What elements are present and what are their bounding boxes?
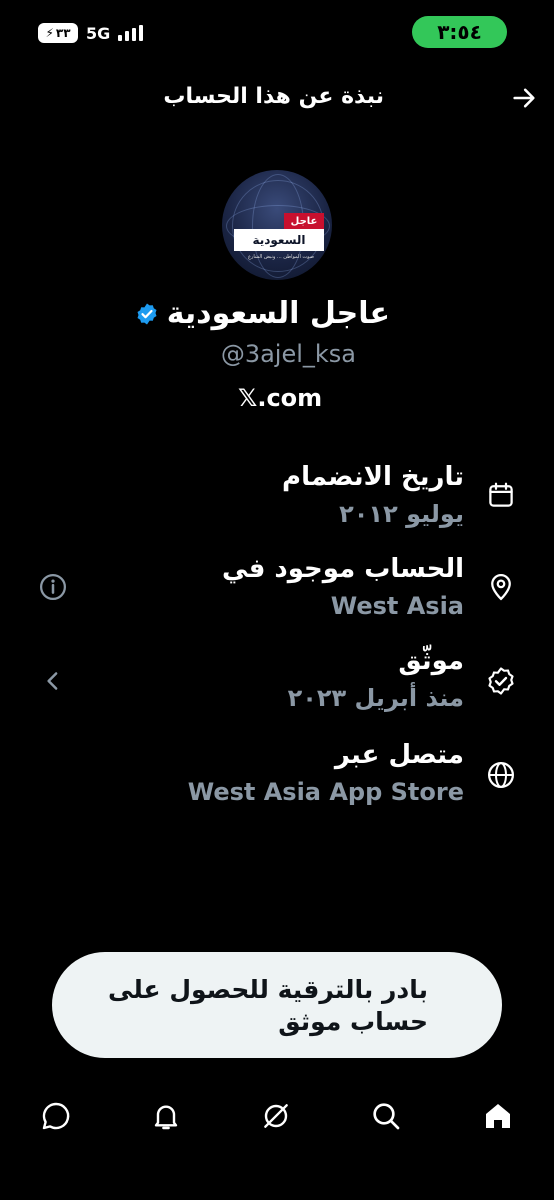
display-name: عاجل السعودية [166, 296, 390, 331]
avatar[interactable]: عاجل السعودية صوت المواطن ... ونبض الشار… [222, 170, 332, 280]
battery-level: ٣٣ [55, 26, 71, 40]
avatar-red-label: عاجل [284, 213, 324, 229]
battery-indicator: ⚡ ٣٣ [38, 23, 78, 43]
location-pin-icon [486, 572, 516, 602]
status-bar-left: ⚡ ٣٣ 5G [38, 22, 144, 44]
user-handle: @3ajel_ksa [220, 340, 356, 368]
home-icon[interactable] [482, 1100, 514, 1132]
verified-value: منذ أبريل ٢٠٢٣ [287, 684, 464, 712]
connected-via-title: متصل عبر [334, 740, 464, 770]
location-title: الحساب موجود في [222, 554, 464, 584]
chevron-left-icon[interactable] [38, 666, 68, 696]
connected-via-value: West Asia App Store [187, 778, 464, 806]
signal-bars-icon [118, 25, 144, 41]
avatar-tagline: صوت المواطن ... ونبض الشارع [248, 254, 314, 260]
verified-title: موثّق [398, 646, 464, 676]
display-name-row: عاجل السعودية [135, 296, 390, 331]
website-link[interactable]: 𝕏.com [238, 384, 322, 412]
status-time: ٣:٥٤ [412, 16, 507, 48]
page-title: نبذة عن هذا الحساب [163, 84, 384, 109]
verified-badge-icon[interactable] [135, 302, 159, 326]
info-icon[interactable] [38, 572, 68, 602]
network-type: 5G [86, 23, 111, 43]
messages-icon[interactable] [40, 1100, 72, 1132]
location-value: West Asia [330, 592, 464, 620]
upgrade-card[interactable]: بادر بالترقية للحصول على حساب موثق [52, 952, 502, 1058]
join-date-value: يوليو ٢٠١٢ [339, 500, 464, 528]
arrow-right-icon[interactable] [510, 84, 538, 112]
search-icon[interactable] [370, 1100, 402, 1132]
globe-icon [486, 760, 516, 790]
notifications-icon[interactable] [150, 1100, 182, 1132]
join-date-title: تاريخ الانضمام [282, 462, 464, 492]
upgrade-text: بادر بالترقية للحصول على حساب موثق [108, 975, 428, 1036]
grok-icon[interactable] [260, 1100, 292, 1132]
charging-bolt-icon: ⚡ [45, 26, 54, 40]
avatar-white-label: السعودية [234, 229, 324, 251]
calendar-icon [486, 480, 516, 510]
verified-icon [486, 666, 516, 696]
